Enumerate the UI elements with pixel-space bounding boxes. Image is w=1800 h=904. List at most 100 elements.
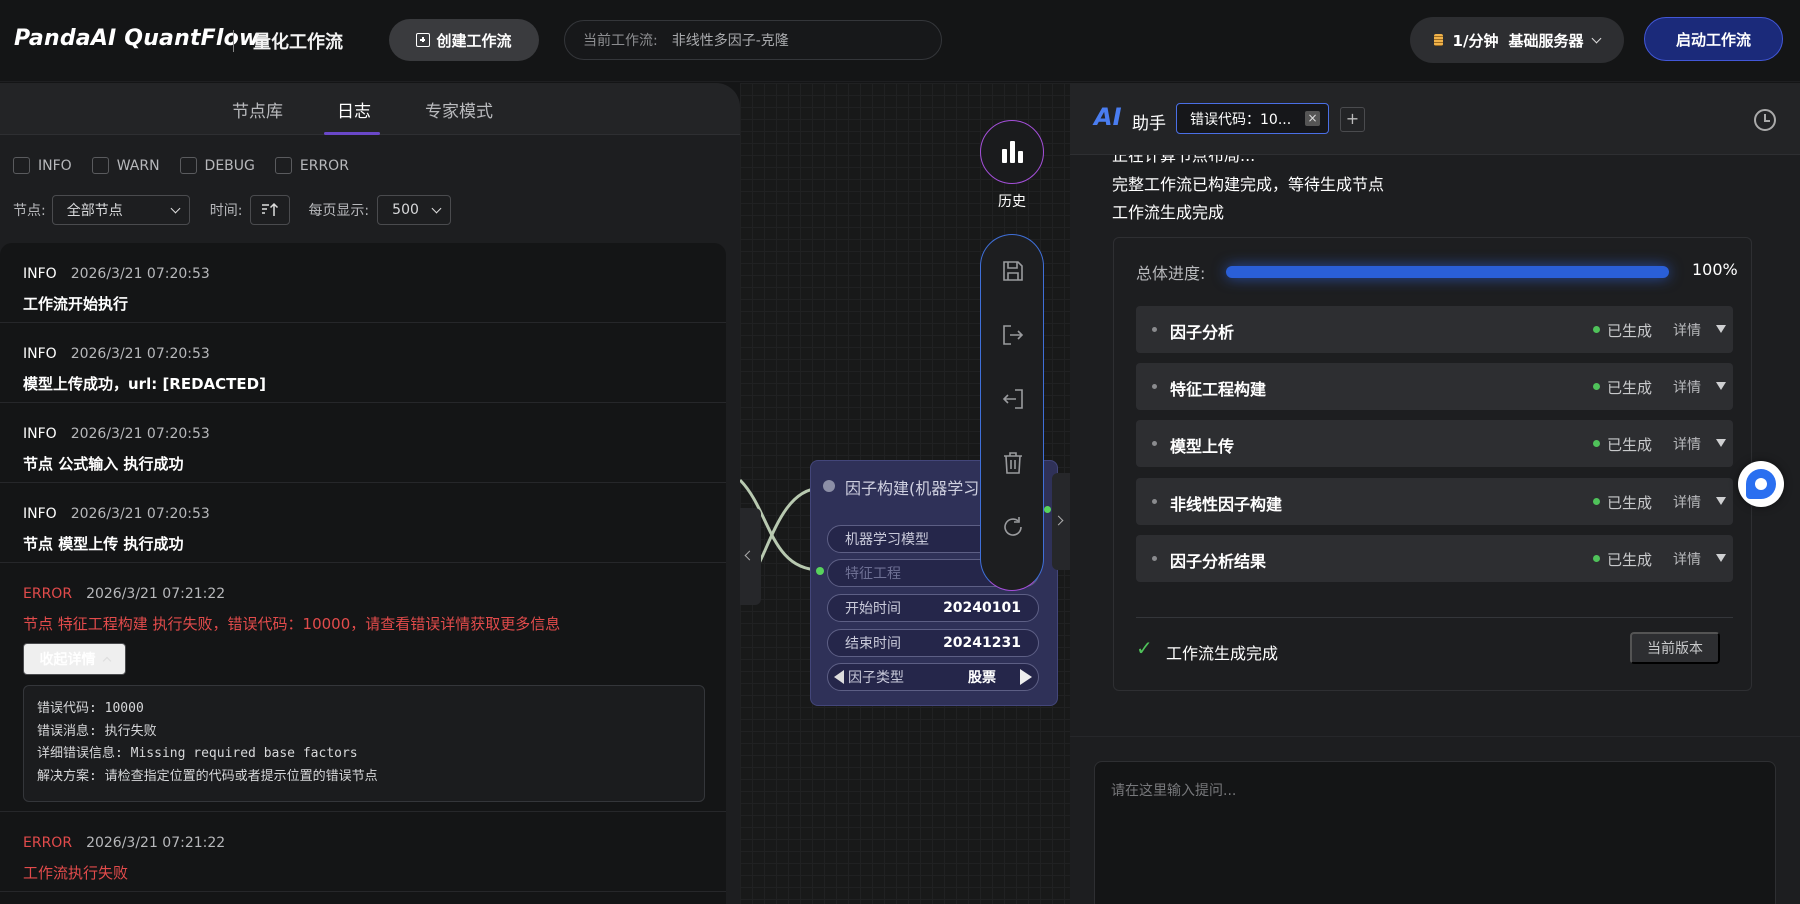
add-chat-tab-button[interactable]: +: [1340, 107, 1365, 132]
history-chart-icon: [1001, 149, 1007, 163]
step-status: 已生成: [1607, 322, 1653, 340]
floating-chat-button[interactable]: [1738, 461, 1784, 507]
log-message: 工作流执行失败: [23, 864, 129, 882]
input-port[interactable]: [816, 567, 824, 575]
node-field-start-date[interactable]: 开始时间 20240101: [827, 594, 1039, 622]
brand-divider: [233, 30, 234, 52]
coin-icon: [1433, 34, 1443, 46]
collapse-left-panel-button[interactable]: [740, 508, 761, 605]
step-status: 已生成: [1607, 379, 1653, 397]
log-entry: INFO 2026/3/21 07:20:53 节点 模型上传 执行成功: [0, 483, 726, 563]
collapse-right-panel-button[interactable]: [1052, 473, 1070, 570]
caret-down-icon[interactable]: [1716, 554, 1726, 562]
checkbox[interactable]: [13, 157, 30, 174]
collapse-details-button[interactable]: 收起详情: [23, 643, 126, 675]
status-dot-icon: [1593, 440, 1600, 447]
history-chart-icon: [1009, 141, 1015, 163]
caret-down-icon[interactable]: [1716, 439, 1726, 447]
export-icon[interactable]: [1001, 323, 1025, 347]
bullet-icon: [1152, 499, 1157, 504]
next-option-icon[interactable]: [1020, 669, 1032, 685]
field-label: 因子类型: [848, 670, 904, 686]
server-rate: 1/分钟: [1452, 31, 1499, 50]
history-button[interactable]: [980, 120, 1044, 184]
trash-icon[interactable]: [1001, 451, 1025, 475]
node-filter-value: 全部节点: [66, 203, 123, 219]
step-detail-button[interactable]: 详情: [1673, 377, 1701, 397]
ai-logo: AI: [1094, 103, 1122, 131]
step-detail-button[interactable]: 详情: [1673, 434, 1701, 454]
node-filter-label: 节点:: [13, 203, 46, 219]
active-tab-indicator: [324, 132, 380, 135]
log-timestamp: 2026/3/21 07:20:53: [70, 346, 210, 362]
chat-input[interactable]: [1094, 761, 1776, 904]
tab-expert-mode[interactable]: 专家模式: [425, 97, 493, 122]
import-icon[interactable]: [1001, 387, 1025, 411]
step-detail-button[interactable]: 详情: [1673, 320, 1701, 340]
create-workflow-button[interactable]: 创建工作流: [389, 19, 539, 61]
chat-line: 工作流生成完成: [1112, 203, 1225, 222]
log-level: ERROR: [23, 835, 73, 851]
log-entry: INFO 2026/3/21 07:20:53 工作流开始执行: [0, 243, 726, 323]
field-value: 20241231: [943, 635, 1021, 651]
log-timestamp: 2026/3/21 07:21:22: [86, 586, 226, 602]
log-level: ERROR: [23, 586, 73, 602]
assistant-header: AI 助手 错误代码：10... × +: [1070, 83, 1800, 155]
node-title: 因子构建(机器学习: [845, 479, 980, 498]
log-entry: INFO 2026/3/21 07:20:53 模型上传成功，url: [REDA…: [0, 323, 726, 403]
log-level: INFO: [23, 426, 57, 442]
checkbox[interactable]: [91, 157, 109, 174]
log-timestamp: 2026/3/21 07:20:53: [70, 506, 210, 522]
chat-tab-error-code[interactable]: 错误代码：10... ×: [1176, 103, 1329, 134]
node-field-end-date[interactable]: 结束时间 20241231: [827, 629, 1039, 657]
filter-info[interactable]: INFO: [13, 157, 72, 174]
current-version-button[interactable]: 当前版本: [1630, 632, 1720, 664]
bullet-icon: [1152, 384, 1157, 389]
progress-card: 总体进度: 100% 因子分析 已生成 详情 特征工程构建 已生成 详情 模型上…: [1113, 237, 1752, 691]
filter-warn[interactable]: WARN: [91, 157, 160, 174]
checkbox[interactable]: [274, 157, 292, 174]
log-message: 工作流开始执行: [23, 295, 129, 313]
save-icon[interactable]: [1001, 259, 1025, 283]
log-level: INFO: [23, 266, 57, 282]
start-workflow-button[interactable]: 启动工作流: [1644, 17, 1783, 61]
current-workflow-field[interactable]: 当前工作流: 非线性多因子-克隆: [564, 20, 942, 60]
checkbox[interactable]: [179, 157, 197, 174]
bullet-icon: [1152, 556, 1157, 561]
caret-down-icon[interactable]: [1716, 325, 1726, 333]
page-size-select[interactable]: 500: [377, 195, 452, 225]
server-selector[interactable]: 1/分钟 基础服务器: [1410, 17, 1624, 63]
log-message: 节点 模型上传 执行成功: [23, 535, 184, 553]
done-message: 工作流生成完成: [1166, 644, 1279, 663]
output-port[interactable]: [1044, 506, 1051, 513]
step-detail-button[interactable]: 详情: [1673, 549, 1701, 569]
time-sort-button[interactable]: [250, 195, 291, 225]
chevron-down-icon: [431, 203, 442, 213]
sort-ascending-icon: [262, 202, 279, 216]
node-filter-select[interactable]: 全部节点: [51, 195, 190, 225]
field-label: 开始时间: [845, 601, 901, 617]
step-detail-button[interactable]: 详情: [1673, 492, 1701, 512]
prev-option-icon[interactable]: [834, 670, 844, 684]
tab-node-library[interactable]: 节点库: [232, 97, 283, 122]
log-timestamp: 2026/3/21 07:20:53: [70, 266, 210, 282]
caret-down-icon[interactable]: [1716, 497, 1726, 505]
caret-down-icon[interactable]: [1716, 382, 1726, 390]
current-workflow-prefix: 当前工作流:: [583, 33, 658, 49]
filter-error[interactable]: ERROR: [274, 157, 349, 174]
log-entry-error: ERROR 2026/3/21 07:21:22 节点 特征工程构建 执行失败，错…: [0, 563, 726, 812]
chevron-up-icon: [102, 656, 111, 666]
chat-messages[interactable]: 正在计算节点布局... 完整工作流已构建完成，等待生成节点 工作流生成完成 总体…: [1070, 155, 1800, 722]
step-name: 特征工程构建: [1170, 380, 1267, 399]
history-label: 历史: [998, 194, 1026, 210]
bullet-icon: [1152, 327, 1157, 332]
log-list[interactable]: INFO 2026/3/21 07:20:53 工作流开始执行 INFO 2026/…: [0, 243, 726, 904]
tab-logs[interactable]: 日志: [337, 97, 371, 122]
refresh-icon[interactable]: [1001, 515, 1025, 539]
close-icon[interactable]: ×: [1305, 111, 1320, 126]
filter-debug[interactable]: DEBUG: [179, 157, 255, 174]
step-item: 因子分析结果 已生成 详情: [1136, 535, 1733, 582]
card-divider: [1136, 617, 1733, 618]
node-field-factor-type[interactable]: 因子类型 股票: [827, 663, 1039, 691]
clock-icon[interactable]: [1754, 109, 1776, 131]
